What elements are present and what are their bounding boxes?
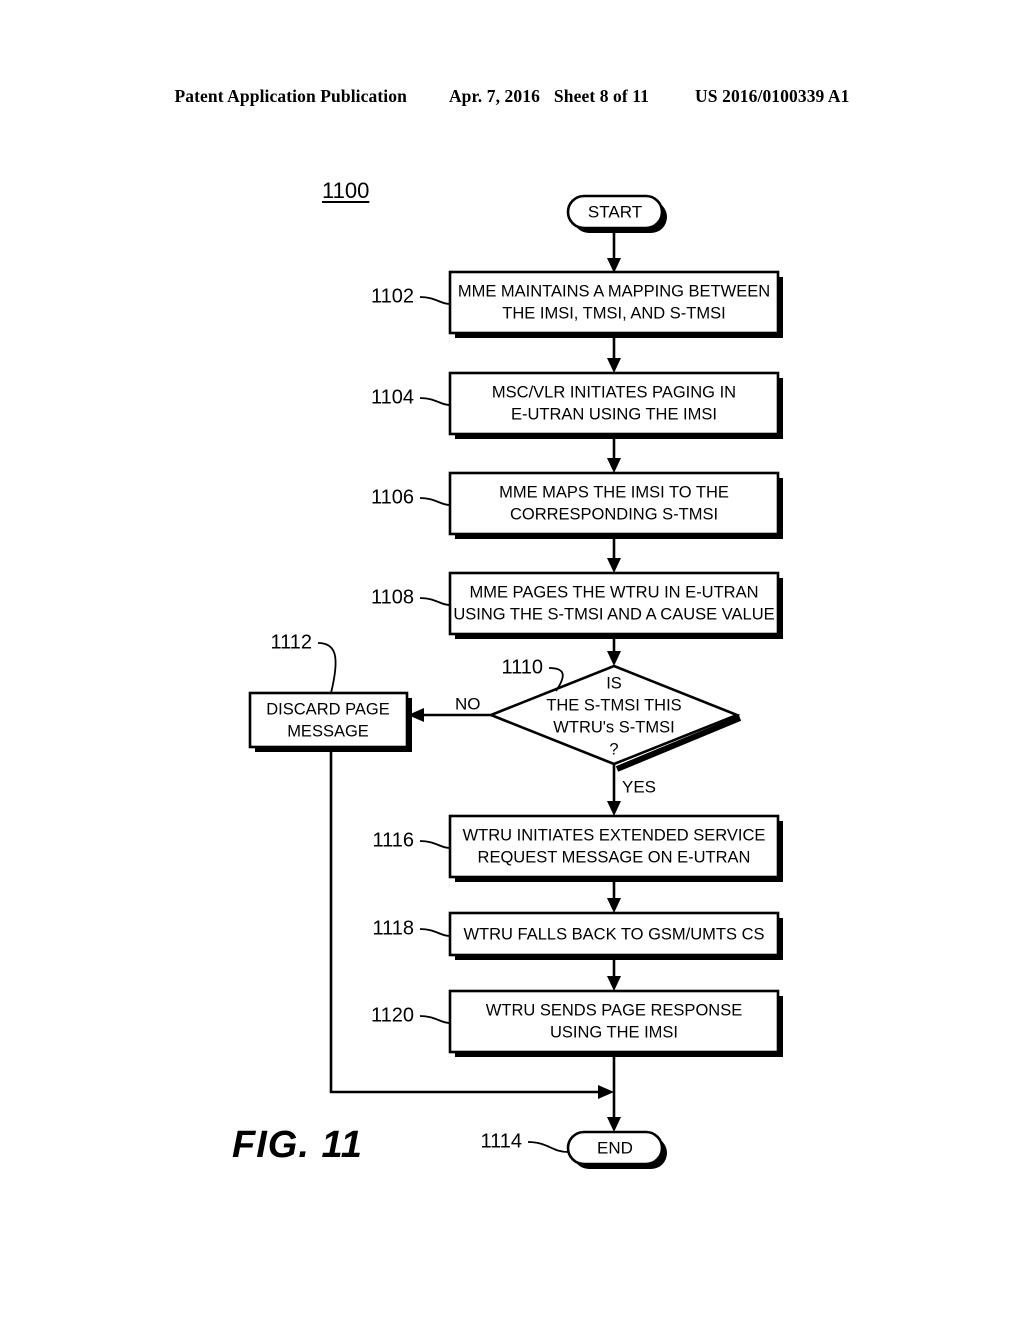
- ref-label-1102: 1102: [371, 285, 414, 307]
- branch-label-yes: YES: [622, 777, 656, 796]
- node-step-1102: MME MAINTAINS A MAPPING BETWEEN THE IMSI…: [448, 270, 783, 338]
- node-1120-line-1: WTRU SENDS PAGE RESPONSE: [486, 1001, 742, 1019]
- node-decision-1110: IS THE S-TMSI THIS WTRU's S-TMSI ?: [487, 664, 742, 772]
- node-end-label: END: [597, 1138, 633, 1157]
- node-1102-line-1: MME MAINTAINS A MAPPING BETWEEN: [458, 282, 770, 300]
- node-1108-line-2: USING THE S-TMSI AND A CAUSE VALUE: [453, 605, 774, 623]
- node-start: START: [566, 194, 667, 233]
- node-step-1120: WTRU SENDS PAGE RESPONSE USING THE IMSI: [448, 989, 783, 1057]
- node-1120-shape: [448, 989, 780, 1054]
- node-step-1118: WTRU FALLS BACK TO GSM/UMTS CS: [448, 911, 783, 960]
- leader-1120: 1120: [371, 1004, 451, 1026]
- node-1110-line-1: IS: [606, 674, 622, 692]
- node-1104-line-2: E-UTRAN USING THE IMSI: [511, 405, 717, 423]
- connector-start-to-1102: [607, 228, 621, 273]
- node-1108-shape: [448, 571, 780, 636]
- node-1116-line-1: WTRU INITIATES EXTENDED SERVICE: [463, 826, 766, 844]
- connector-1106-to-1108: [607, 539, 621, 573]
- connector-1102-to-1104: [607, 338, 621, 373]
- node-1106-shape: [448, 471, 780, 536]
- node-1118-line-1: WTRU FALLS BACK TO GSM/UMTS CS: [463, 925, 764, 943]
- ref-label-1120: 1120: [371, 1004, 414, 1026]
- node-1102-line-2: THE IMSI, TMSI, AND S-TMSI: [502, 304, 725, 322]
- node-step-1116: WTRU INITIATES EXTENDED SERVICE REQUEST …: [448, 814, 783, 882]
- node-start-label: START: [588, 202, 642, 221]
- node-1116-line-2: REQUEST MESSAGE ON E-UTRAN: [478, 848, 751, 866]
- leader-1106: 1106: [371, 486, 451, 508]
- figure-11-container: 1100 START MME MAINTAINS A MAPPING BETWE…: [0, 0, 1024, 1320]
- ref-label-1112: 1112: [270, 631, 312, 653]
- node-1120-line-2: USING THE IMSI: [550, 1023, 678, 1041]
- ref-label-1110: 1110: [501, 656, 543, 678]
- node-step-1108: MME PAGES THE WTRU IN E-UTRAN USING THE …: [448, 571, 783, 639]
- leader-1112: 1112: [270, 631, 337, 694]
- node-1106-line-2: CORRESPONDING S-TMSI: [510, 505, 718, 523]
- ref-label-1104: 1104: [371, 386, 414, 408]
- leader-1102: 1102: [371, 285, 451, 307]
- node-1104-line-1: MSC/VLR INITIATES PAGING IN: [492, 383, 736, 401]
- node-step-1106: MME MAPS THE IMSI TO THE CORRESPONDING S…: [448, 471, 783, 539]
- leader-1104: 1104: [371, 386, 451, 408]
- connector-1116-to-1118: [607, 882, 621, 913]
- leader-1116: 1116: [372, 829, 451, 851]
- node-1110-line-2: THE S-TMSI THIS: [546, 696, 681, 714]
- node-end: END: [566, 1130, 667, 1169]
- ref-label-1106: 1106: [371, 486, 414, 508]
- node-1110-line-4: ?: [609, 740, 618, 758]
- connector-1120-to-end: [607, 1057, 621, 1132]
- node-1108-line-1: MME PAGES THE WTRU IN E-UTRAN: [469, 583, 758, 601]
- ref-label-1108: 1108: [371, 586, 414, 608]
- branch-label-no: NO: [455, 694, 481, 713]
- node-discard-1112: DISCARD PAGE MESSAGE: [248, 691, 412, 752]
- node-1112-line-2: MESSAGE: [287, 722, 369, 740]
- flowchart-diagram: START MME MAINTAINS A MAPPING BETWEEN TH…: [248, 194, 783, 1169]
- connector-no-branch: NO: [408, 694, 491, 722]
- ref-label-1116: 1116: [372, 829, 414, 851]
- node-1102-shape: [448, 270, 780, 335]
- node-1116-shape: [448, 814, 780, 879]
- leader-1110: 1110: [501, 656, 564, 692]
- leader-1114: 1114: [480, 1130, 569, 1153]
- node-1110-line-3: WTRU's S-TMSI: [553, 718, 674, 736]
- connector-1108-to-1110: [607, 639, 621, 666]
- figure-caption: FIG. 11: [232, 1124, 363, 1166]
- leader-1108: 1108: [371, 586, 451, 608]
- node-1104-shape: [448, 371, 780, 436]
- node-1112-line-1: DISCARD PAGE: [266, 700, 389, 718]
- connector-1118-to-1120: [607, 960, 621, 991]
- node-1106-line-1: MME MAPS THE IMSI TO THE: [499, 483, 729, 501]
- leader-1118: 1118: [372, 917, 451, 939]
- connector-yes-branch: YES: [607, 764, 656, 816]
- connector-1104-to-1106: [607, 439, 621, 473]
- node-step-1104: MSC/VLR INITIATES PAGING IN E-UTRAN USIN…: [448, 371, 783, 439]
- ref-label-1118: 1118: [372, 917, 414, 939]
- ref-label-1114: 1114: [480, 1130, 522, 1152]
